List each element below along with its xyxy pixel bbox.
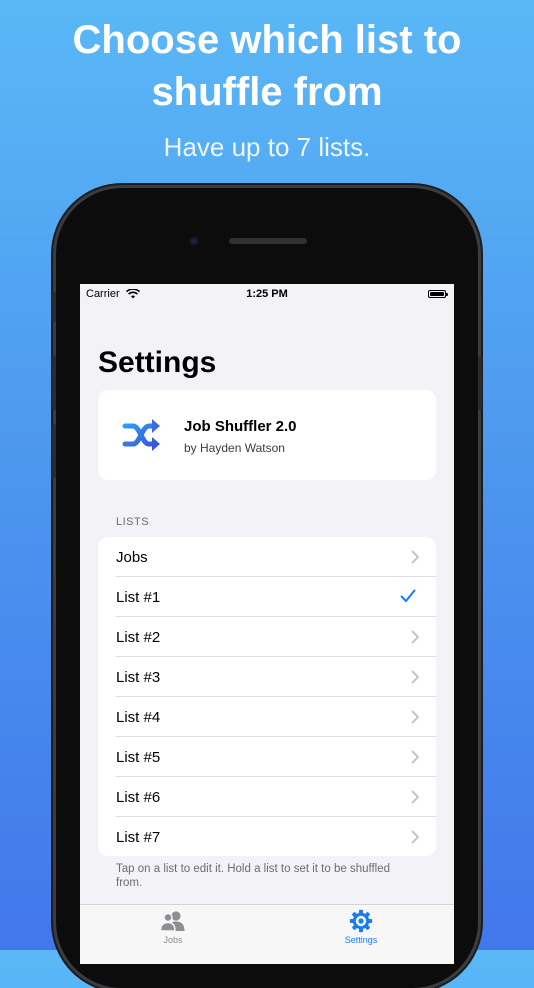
tab-label: Settings (344, 935, 378, 945)
checkmark-icon (400, 589, 416, 602)
power-button (478, 356, 482, 410)
tab-settings[interactable]: Settings (316, 909, 406, 945)
list-row-4[interactable]: List #4 (98, 697, 436, 737)
earpiece-speaker (229, 238, 307, 244)
lists-section-footer: Tap on a list to edit it. Hold a list to… (116, 863, 391, 889)
chevron-right-icon (411, 670, 420, 684)
promo-headline: Choose which list to shuffle from (0, 14, 534, 118)
tab-label: Jobs (163, 935, 183, 945)
status-bar: Carrier 1:25 PM (80, 284, 454, 304)
list-row-5[interactable]: List #5 (98, 737, 436, 777)
list-row-1[interactable]: List #1 (98, 577, 436, 617)
page-title: Settings (98, 346, 217, 379)
list-row-label: Jobs (116, 549, 148, 566)
phone-screen: Carrier 1:25 PM Settings Job Shuffler 2.… (80, 284, 454, 964)
app-info-card: Job Shuffler 2.0 by Hayden Watson (98, 390, 436, 480)
volume-down-button (52, 424, 56, 478)
status-time: 1:25 PM (246, 288, 288, 300)
gear-icon (349, 909, 373, 933)
list-row-label: List #3 (116, 669, 161, 686)
chevron-right-icon (411, 830, 420, 844)
list-row-label: List #2 (116, 629, 161, 646)
list-row-7[interactable]: List #7 (98, 817, 436, 856)
people-icon (159, 911, 185, 932)
app-name: Job Shuffler 2.0 (184, 418, 297, 435)
list-row-2[interactable]: List #2 (98, 617, 436, 657)
list-row-jobs[interactable]: Jobs (98, 537, 436, 577)
list-row-label: List #1 (116, 589, 161, 606)
volume-up-button (52, 356, 56, 410)
chevron-right-icon (411, 710, 420, 724)
chevron-right-icon (411, 750, 420, 764)
list-row-label: List #5 (116, 749, 161, 766)
battery-icon (428, 290, 446, 298)
promo-subline: Have up to 7 lists. (163, 132, 371, 162)
battery-tip (446, 293, 448, 296)
list-row-label: List #6 (116, 789, 161, 806)
list-row-3[interactable]: List #3 (98, 657, 436, 697)
tab-bar: Jobs Settings (80, 904, 454, 964)
chevron-right-icon (411, 630, 420, 644)
lists-table: Jobs List #1 List #2 List #3 List #4 Lis… (98, 537, 436, 856)
list-row-6[interactable]: List #6 (98, 777, 436, 817)
list-row-label: List #4 (116, 709, 161, 726)
app-author: by Hayden Watson (184, 441, 285, 455)
shuffle-icon (122, 419, 160, 451)
mute-switch (52, 292, 56, 322)
tab-jobs[interactable]: Jobs (128, 909, 218, 945)
front-camera (189, 236, 199, 246)
chevron-right-icon (411, 790, 420, 804)
list-row-label: List #7 (116, 829, 161, 846)
chevron-right-icon (411, 550, 420, 564)
promo-headline-line-2: shuffle from (151, 70, 383, 114)
lists-section-header: LISTS (116, 516, 150, 528)
promo-headline-line-1: Choose which list to (72, 18, 462, 62)
